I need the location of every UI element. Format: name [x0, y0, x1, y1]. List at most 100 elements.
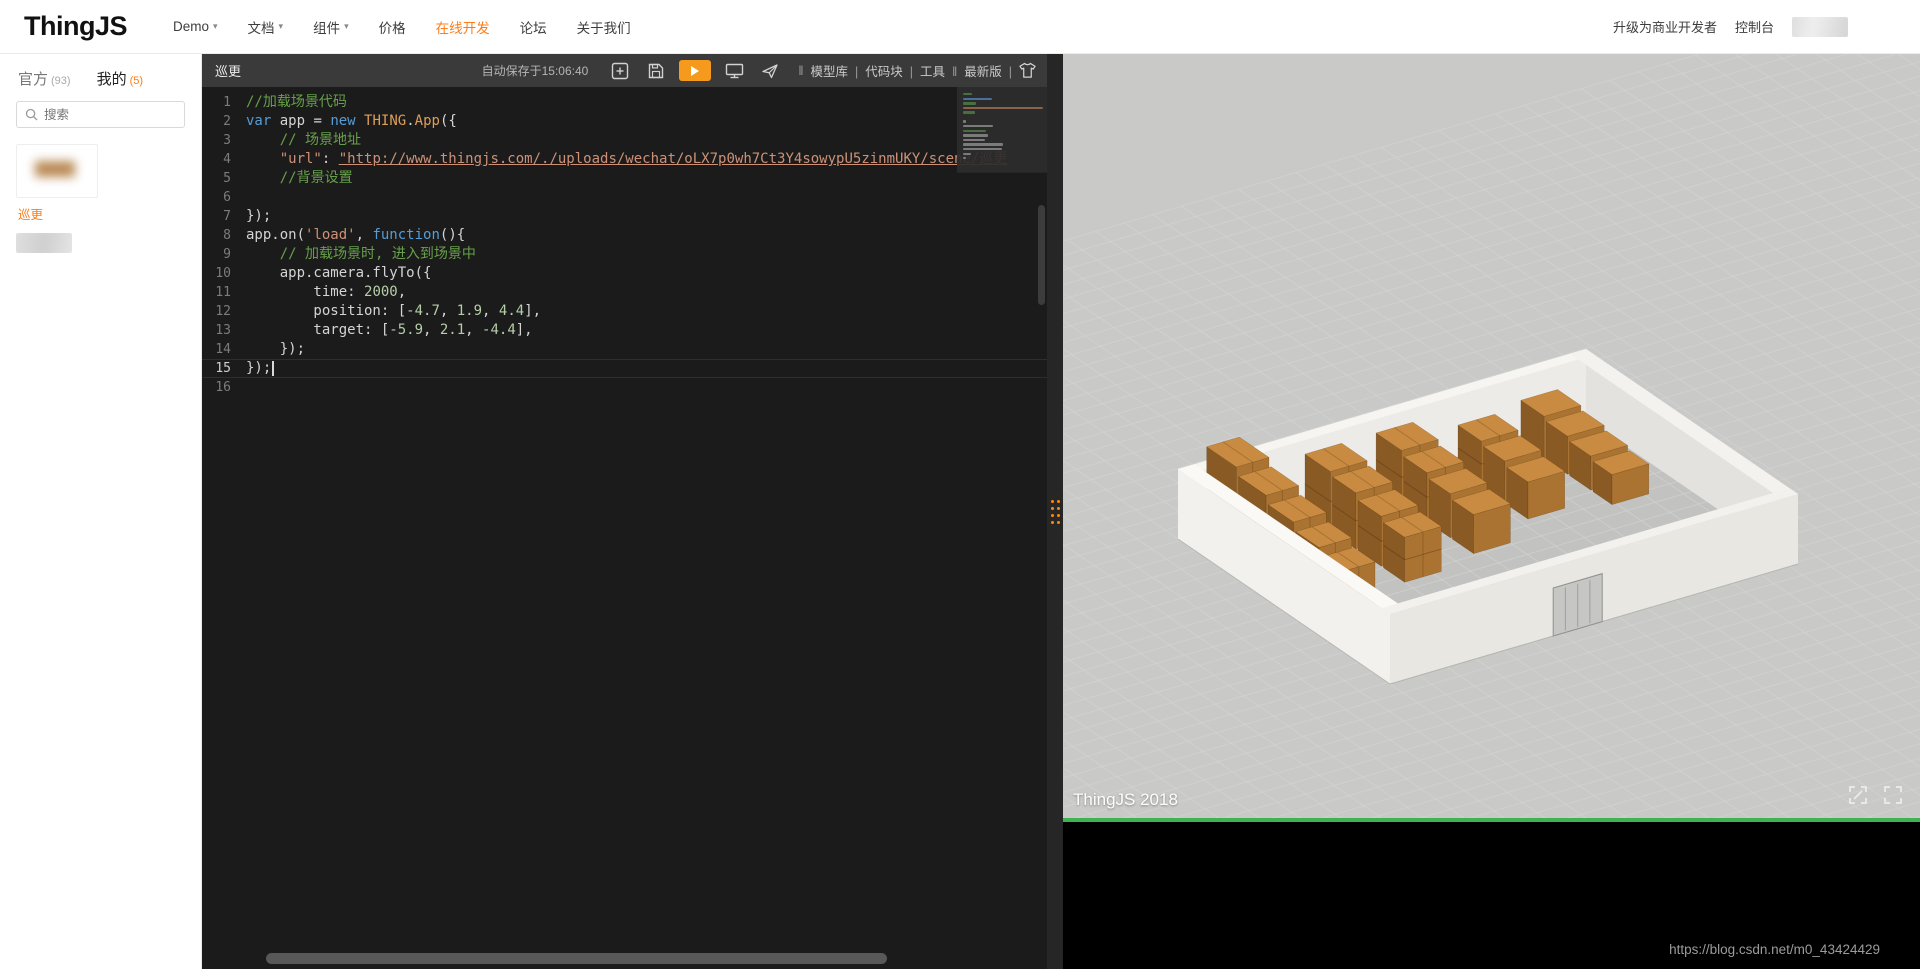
line-number: 10: [215, 266, 231, 281]
plus-square-icon: [612, 62, 629, 79]
model-library-link[interactable]: 模型库: [811, 61, 849, 80]
fullscreen-icon: [1884, 786, 1902, 804]
theme-button[interactable]: [1018, 62, 1037, 79]
minimap[interactable]: [957, 87, 1047, 173]
nav-forum[interactable]: 论坛: [520, 17, 547, 37]
top-navbar: ThingJS Demo ▾ 文档 ▾ 组件 ▾ 价格 在线开发 论坛 关于我们 升级…: [0, 0, 1920, 54]
tab-mine[interactable]: 我的 (5): [97, 68, 143, 89]
code-line[interactable]: 9 // 加载场景时, 进入到场景中: [202, 245, 1047, 264]
code-line[interactable]: 3 // 场景地址: [202, 131, 1047, 150]
chevron-down-icon: ▾: [278, 21, 284, 31]
line-content: });: [246, 359, 275, 378]
code-line[interactable]: 4 "url": "http://www.thingjs.com/./uploa…: [202, 150, 1047, 169]
code-blocks-link[interactable]: 代码块: [848, 61, 903, 80]
code-editor-panel: 巡更 自动保存于15:06:40 模型库 代码块 工具: [202, 54, 1047, 969]
code-line[interactable]: 13 target: [-5.9, 2.1, -4.4],: [202, 321, 1047, 340]
line-number: 12: [215, 304, 231, 319]
new-file-button[interactable]: [605, 60, 635, 82]
code-line[interactable]: 11 time: 2000,: [202, 283, 1047, 302]
line-number: 16: [215, 380, 231, 395]
page: ThingJS Demo ▾ 文档 ▾ 组件 ▾ 价格 在线开发 论坛 关于我们 升级…: [0, 0, 1920, 969]
editor-toolbar: 巡更 自动保存于15:06:40 模型库 代码块 工具: [202, 54, 1047, 87]
code-line[interactable]: 5 //背景设置: [202, 169, 1047, 188]
line-content: // 场景地址: [279, 132, 362, 148]
main-menu: Demo ▾ 文档 ▾ 组件 ▾ 价格 在线开发 论坛 关于我们: [173, 17, 631, 37]
vertical-scrollbar[interactable]: [1038, 205, 1045, 305]
autosave-status: 自动保存于15:06:40: [481, 64, 589, 78]
text-cursor: [272, 360, 275, 376]
code-line[interactable]: 1 //加载场景代码: [202, 93, 1047, 112]
floppy-icon: [649, 63, 664, 78]
search-input[interactable]: [44, 107, 176, 122]
line-content: });: [246, 208, 272, 224]
tab-official-count: (93): [51, 75, 71, 87]
code-line[interactable]: 2 var app = new THING.App({: [202, 112, 1047, 131]
code-line[interactable]: 6: [202, 188, 1047, 207]
line-content: var app = new THING.App({: [246, 113, 457, 129]
navbar-right: 升级为商业开发者 控制台: [1613, 5, 1910, 49]
line-content: app.on('load', function(){: [246, 227, 466, 243]
code-lines: 1 //加载场景代码 2 var app = new THING.App({ 3 // …: [202, 93, 1047, 397]
avatar[interactable]: [1866, 5, 1910, 49]
tab-mine-count: (5): [129, 75, 144, 87]
nav-online-dev[interactable]: 在线开发: [436, 17, 490, 37]
scene-viewport: ThingJS 2018 https://blog.csdn.net/m0_43…: [1063, 54, 1920, 969]
chevron-down-icon: ▾: [344, 21, 349, 31]
line-number: 13: [215, 323, 231, 338]
line-content: });: [246, 341, 306, 357]
code-line[interactable]: 14 });: [202, 340, 1047, 359]
search-box: [16, 101, 185, 128]
code-line[interactable]: 7});: [202, 207, 1047, 226]
upgrade-link[interactable]: 升级为商业开发者: [1613, 17, 1717, 36]
code-line[interactable]: 10 app.camera.flyTo({: [202, 264, 1047, 283]
search-icon: [25, 108, 38, 121]
chevron-down-icon: ▾: [213, 21, 218, 31]
line-number: 1: [223, 95, 231, 110]
project-thumbnail-blurred[interactable]: [16, 144, 98, 198]
project-sidebar: 官方(93) 我的(5) 巡更: [0, 54, 202, 969]
project-caption-blurred: [16, 233, 72, 253]
nav-pricing[interactable]: 价格: [379, 17, 406, 37]
horizontal-scrollbar[interactable]: [266, 953, 887, 964]
line-number: 3: [223, 133, 231, 148]
tools-link[interactable]: 工具: [903, 61, 945, 80]
line-number: 11: [215, 285, 231, 300]
scene-canvas-wrap: ThingJS 2018: [1063, 54, 1920, 818]
line-content: //背景设置: [279, 170, 353, 186]
fullscreen-button[interactable]: [1882, 784, 1904, 806]
preview-button[interactable]: [719, 60, 749, 82]
line-content: //加载场景代码: [246, 94, 347, 110]
line-content: position: [-4.7, 1.9, 4.4],: [246, 303, 542, 319]
code-area[interactable]: 1 //加载场景代码 2 var app = new THING.App({ 3 // …: [202, 87, 1047, 969]
tab-official[interactable]: 官方 (93): [18, 68, 71, 89]
3d-scene[interactable]: [1063, 54, 1920, 818]
console-link[interactable]: 控制台: [1735, 17, 1774, 36]
nav-demo[interactable]: Demo ▾: [173, 19, 218, 34]
expand-icon: [1849, 786, 1867, 804]
line-number: 9: [223, 247, 231, 262]
line-number: 5: [223, 171, 231, 186]
latest-version-link[interactable]: 最新版: [945, 61, 1012, 80]
line-number: 2: [223, 114, 231, 129]
paper-plane-icon: [762, 63, 778, 78]
line-number: 4: [223, 152, 231, 167]
scene-watermark: ThingJS 2018: [1073, 790, 1178, 809]
nav-about[interactable]: 关于我们: [577, 17, 631, 37]
expand-button[interactable]: [1847, 784, 1869, 806]
play-icon: [691, 65, 700, 76]
code-line[interactable]: 8 app.on('load', function(){: [202, 226, 1047, 245]
panel-resizer[interactable]: [1047, 54, 1063, 969]
project-item-label[interactable]: 巡更: [18, 204, 185, 223]
code-line[interactable]: 15});: [202, 359, 1047, 378]
code-line[interactable]: 12 position: [-4.7, 1.9, 4.4],: [202, 302, 1047, 321]
line-content: "url": "http://www.thingjs.com/./uploads…: [279, 151, 1008, 167]
save-button[interactable]: [641, 60, 671, 82]
publish-button[interactable]: [755, 60, 785, 82]
thingjs-logo[interactable]: ThingJS: [24, 11, 128, 42]
nav-components[interactable]: 组件 ▾: [313, 17, 349, 37]
run-button[interactable]: [679, 60, 712, 81]
nav-docs[interactable]: 文档 ▾: [248, 17, 284, 37]
editor-title: 巡更: [215, 64, 242, 79]
line-number: 14: [215, 342, 231, 357]
code-line[interactable]: 16: [202, 378, 1047, 397]
